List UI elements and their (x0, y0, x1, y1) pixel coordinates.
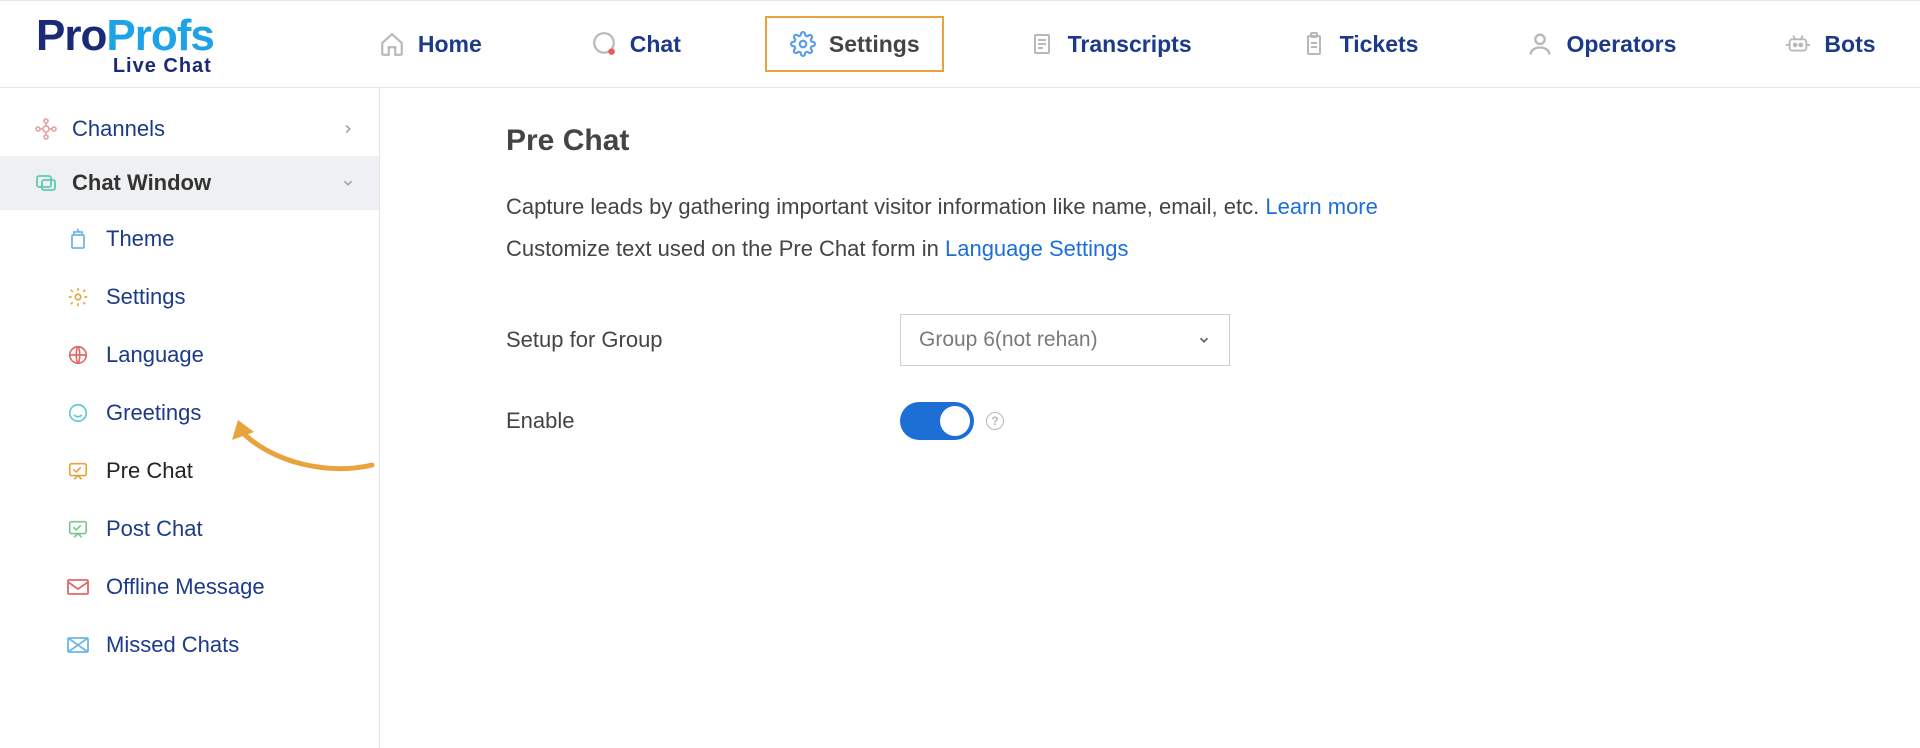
enable-row: Enable ? (506, 402, 1920, 440)
nav-home[interactable]: Home (354, 20, 506, 68)
missed-chats-icon (66, 633, 90, 657)
sidebar-missed-chats-label: Missed Chats (106, 632, 239, 658)
sidebar-chat-window-label: Chat Window (72, 170, 211, 196)
sidebar-item-post-chat[interactable]: Post Chat (0, 500, 379, 558)
logo-subtitle: Live Chat (113, 55, 212, 78)
description-1-text: Capture leads by gathering important vis… (506, 194, 1265, 219)
description-2-text: Customize text used on the Pre Chat form… (506, 236, 945, 261)
logo-first: Pro (36, 11, 106, 61)
home-icon (378, 30, 406, 58)
sidebar-item-pre-chat[interactable]: Pre Chat (0, 442, 379, 500)
greetings-icon (66, 401, 90, 425)
enable-toggle[interactable] (900, 402, 974, 440)
sidebar-item-theme[interactable]: Theme (0, 210, 379, 268)
pre-chat-icon (66, 459, 90, 483)
setup-group-label: Setup for Group (506, 327, 900, 353)
nav-settings[interactable]: Settings (765, 16, 944, 72)
logo-second: Profs (106, 11, 213, 61)
learn-more-link[interactable]: Learn more (1265, 194, 1378, 219)
nav-chat-label: Chat (630, 31, 681, 58)
theme-icon (66, 227, 90, 251)
sidebar-channels-label: Channels (72, 116, 165, 142)
sidebar-offline-message-label: Offline Message (106, 574, 265, 600)
content-area: Pre Chat Capture leads by gathering impo… (380, 88, 1920, 748)
chevron-down-icon (341, 176, 355, 190)
nav-tickets-label: Tickets (1340, 31, 1419, 58)
sidebar-item-missed-chats[interactable]: Missed Chats (0, 616, 379, 674)
channels-icon (34, 117, 58, 141)
settings-icon (789, 30, 817, 58)
setup-group-select[interactable]: Group 6(not rehan) (900, 314, 1230, 366)
nav-chat[interactable]: Chat (566, 20, 705, 68)
sidebar-item-language[interactable]: Language (0, 326, 379, 384)
chat-window-icon (34, 171, 58, 195)
nav-bots-label: Bots (1824, 31, 1875, 58)
settings-gear-icon (66, 285, 90, 309)
sidebar-group-chat-window[interactable]: Chat Window (0, 156, 379, 210)
logo-wordmark: Pro Profs (36, 11, 214, 61)
sidebar-item-offline-message[interactable]: Offline Message (0, 558, 379, 616)
sidebar-post-chat-label: Post Chat (106, 516, 203, 542)
language-icon (66, 343, 90, 367)
sidebar-pre-chat-label: Pre Chat (106, 458, 193, 484)
sidebar-greetings-label: Greetings (106, 400, 201, 426)
transcripts-icon (1028, 30, 1056, 58)
nav-transcripts[interactable]: Transcripts (1004, 20, 1216, 68)
nav-operators[interactable]: Operators (1502, 20, 1700, 68)
main-area: Channels Chat Window Theme Setting (0, 88, 1920, 748)
nav-tickets[interactable]: Tickets (1276, 20, 1443, 68)
chat-icon (590, 30, 618, 58)
setup-group-row: Setup for Group Group 6(not rehan) (506, 314, 1920, 366)
description-line-1: Capture leads by gathering important vis… (506, 194, 1920, 220)
operators-icon (1526, 30, 1554, 58)
sidebar-language-label: Language (106, 342, 204, 368)
nav-settings-label: Settings (829, 31, 920, 58)
sidebar-item-settings[interactable]: Settings (0, 268, 379, 326)
sidebar-theme-label: Theme (106, 226, 174, 252)
offline-message-icon (66, 575, 90, 599)
description-line-2: Customize text used on the Pre Chat form… (506, 236, 1920, 262)
caret-down-icon (1197, 333, 1211, 347)
nav-transcripts-label: Transcripts (1068, 31, 1192, 58)
nav-items: Home Chat Settings Transcripts (354, 16, 1920, 72)
nav-operators-label: Operators (1566, 31, 1676, 58)
language-settings-link[interactable]: Language Settings (945, 236, 1129, 261)
enable-label: Enable (506, 408, 900, 434)
help-icon[interactable]: ? (986, 412, 1004, 430)
page-title: Pre Chat (506, 124, 1920, 158)
sidebar-item-greetings[interactable]: Greetings (0, 384, 379, 442)
setup-group-value: Group 6(not rehan) (919, 328, 1098, 352)
sidebar-group-channels[interactable]: Channels (0, 102, 379, 156)
tickets-icon (1300, 30, 1328, 58)
sidebar: Channels Chat Window Theme Setting (0, 88, 380, 748)
brand-logo[interactable]: Pro Profs Live Chat (36, 11, 214, 78)
nav-bots[interactable]: Bots (1760, 20, 1899, 68)
nav-home-label: Home (418, 31, 482, 58)
post-chat-icon (66, 517, 90, 541)
toggle-knob (940, 406, 970, 436)
bots-icon (1784, 30, 1812, 58)
sidebar-settings-label: Settings (106, 284, 186, 310)
chevron-right-icon (341, 122, 355, 136)
top-nav: Pro Profs Live Chat Home Chat Settings (0, 0, 1920, 88)
